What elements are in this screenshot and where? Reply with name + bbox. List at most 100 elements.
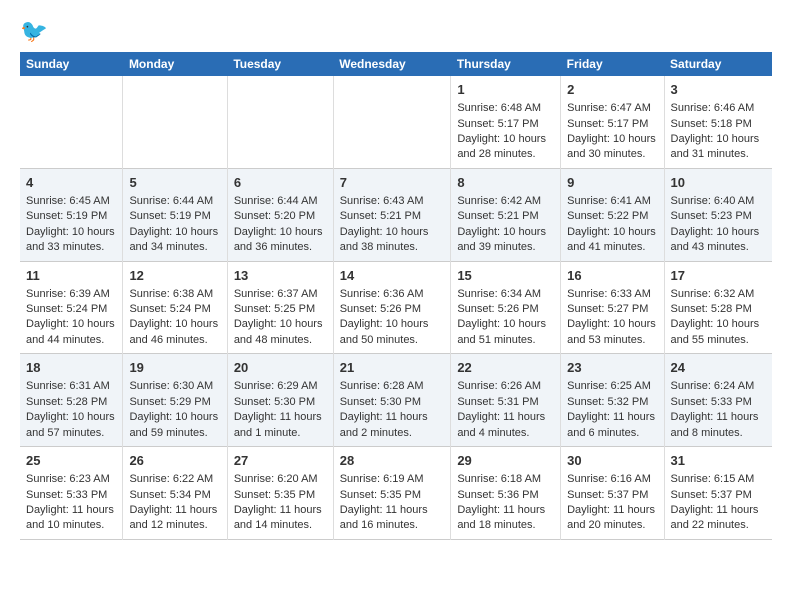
daylight-text: Daylight: 11 hours and 10 minutes. xyxy=(26,503,116,534)
daylight-text: Daylight: 11 hours and 20 minutes. xyxy=(567,503,657,534)
calendar-cell: 17Sunrise: 6:32 AMSunset: 5:28 PMDayligh… xyxy=(664,261,772,354)
sunset-text: Sunset: 5:37 PM xyxy=(567,488,657,503)
day-number: 21 xyxy=(340,359,445,377)
sunset-text: Sunset: 5:24 PM xyxy=(129,302,220,317)
daylight-text: Daylight: 10 hours and 41 minutes. xyxy=(567,225,657,256)
daylight-text: Daylight: 10 hours and 33 minutes. xyxy=(26,225,116,256)
header-friday: Friday xyxy=(561,52,664,76)
calendar-cell: 5Sunrise: 6:44 AMSunset: 5:19 PMDaylight… xyxy=(123,168,227,261)
sunrise-text: Sunrise: 6:18 AM xyxy=(457,472,554,487)
calendar-cell: 24 Sunrise: 6:24 AMSunset: 5:33 PMDayligh… xyxy=(664,354,772,447)
sunrise-text: Sunrise: 6:44 AM xyxy=(234,194,327,209)
day-number: 18 xyxy=(26,359,116,377)
sunrise-text: Sunrise: 6:15 AM xyxy=(671,472,766,487)
day-number: 20 xyxy=(234,359,327,377)
sunrise-text: Sunrise: 6:34 AM xyxy=(457,287,554,302)
daylight-text: Daylight: 10 hours and 48 minutes. xyxy=(234,317,327,348)
sunset-text: Sunset: 5:37 PM xyxy=(671,488,766,503)
daylight-text: Daylight: 11 hours and 8 minutes. xyxy=(671,410,766,441)
day-number: 19 xyxy=(129,359,220,377)
sunrise-text: Sunrise: 6:22 AM xyxy=(129,472,220,487)
calendar-cell: 1Sunrise: 6:48 AMSunset: 5:17 PMDaylight… xyxy=(451,76,561,168)
logo: 🐦 xyxy=(20,16,52,44)
daylight-text: Daylight: 10 hours and 38 minutes. xyxy=(340,225,445,256)
sunrise-text: Sunrise: 6:43 AM xyxy=(340,194,445,209)
sunset-text: Sunset: 5:25 PM xyxy=(234,302,327,317)
daylight-text: Daylight: 10 hours and 43 minutes. xyxy=(671,225,766,256)
daylight-text: Daylight: 10 hours and 59 minutes. xyxy=(129,410,220,441)
sunset-text: Sunset: 5:33 PM xyxy=(671,395,766,410)
day-number: 6 xyxy=(234,174,327,192)
daylight-text: Daylight: 10 hours and 30 minutes. xyxy=(567,132,657,163)
calendar-cell: 31Sunrise: 6:15 AMSunset: 5:37 PMDayligh… xyxy=(664,447,772,540)
sunrise-text: Sunrise: 6:40 AM xyxy=(671,194,766,209)
daylight-text: Daylight: 10 hours and 46 minutes. xyxy=(129,317,220,348)
calendar-week-row: 11Sunrise: 6:39 AMSunset: 5:24 PMDayligh… xyxy=(20,261,772,354)
sunrise-text: Sunrise: 6:31 AM xyxy=(26,379,116,394)
daylight-text: Daylight: 10 hours and 28 minutes. xyxy=(457,132,554,163)
day-number: 3 xyxy=(671,81,766,99)
sunset-text: Sunset: 5:35 PM xyxy=(340,488,445,503)
sunset-text: Sunset: 5:33 PM xyxy=(26,488,116,503)
day-number: 10 xyxy=(671,174,766,192)
day-number: 13 xyxy=(234,267,327,285)
daylight-text: Daylight: 10 hours and 55 minutes. xyxy=(671,317,766,348)
calendar-cell: 27Sunrise: 6:20 AMSunset: 5:35 PMDayligh… xyxy=(227,447,333,540)
calendar-cell: 26Sunrise: 6:22 AMSunset: 5:34 PMDayligh… xyxy=(123,447,227,540)
daylight-text: Daylight: 10 hours and 34 minutes. xyxy=(129,225,220,256)
calendar-table: SundayMondayTuesdayWednesdayThursdayFrid… xyxy=(20,52,772,540)
day-number: 5 xyxy=(129,174,220,192)
calendar-cell: 9Sunrise: 6:41 AMSunset: 5:22 PMDaylight… xyxy=(561,168,664,261)
sunset-text: Sunset: 5:32 PM xyxy=(567,395,657,410)
daylight-text: Daylight: 10 hours and 50 minutes. xyxy=(340,317,445,348)
calendar-cell: 13 Sunrise: 6:37 AMSunset: 5:25 PMDayligh… xyxy=(227,261,333,354)
daylight-text: Daylight: 10 hours and 36 minutes. xyxy=(234,225,327,256)
calendar-cell: 28Sunrise: 6:19 AMSunset: 5:35 PMDayligh… xyxy=(333,447,451,540)
sunrise-text: Sunrise: 6:42 AM xyxy=(457,194,554,209)
calendar-cell: 15Sunrise: 6:34 AMSunset: 5:26 PMDayligh… xyxy=(451,261,561,354)
day-number: 22 xyxy=(457,359,554,377)
sunset-text: Sunset: 5:30 PM xyxy=(234,395,327,410)
calendar-cell xyxy=(123,76,227,168)
day-number: 1 xyxy=(457,81,554,99)
sunrise-text: Sunrise: 6:19 AM xyxy=(340,472,445,487)
sunrise-text: Sunrise: 6:29 AM xyxy=(234,379,327,394)
sunset-text: Sunset: 5:34 PM xyxy=(129,488,220,503)
day-number: 7 xyxy=(340,174,445,192)
sunset-text: Sunset: 5:26 PM xyxy=(340,302,445,317)
sunrise-text: Sunrise: 6:16 AM xyxy=(567,472,657,487)
day-number: 26 xyxy=(129,452,220,470)
calendar-cell: 11Sunrise: 6:39 AMSunset: 5:24 PMDayligh… xyxy=(20,261,123,354)
sunrise-text: Sunrise: 6:24 AM xyxy=(671,379,766,394)
day-number: 11 xyxy=(26,267,116,285)
sunset-text: Sunset: 5:31 PM xyxy=(457,395,554,410)
sunrise-text: Sunrise: 6:23 AM xyxy=(26,472,116,487)
daylight-text: Daylight: 11 hours and 2 minutes. xyxy=(340,410,445,441)
header-thursday: Thursday xyxy=(451,52,561,76)
calendar-week-row: 1Sunrise: 6:48 AMSunset: 5:17 PMDaylight… xyxy=(20,76,772,168)
day-number: 25 xyxy=(26,452,116,470)
day-number: 12 xyxy=(129,267,220,285)
calendar-cell: 8Sunrise: 6:42 AMSunset: 5:21 PMDaylight… xyxy=(451,168,561,261)
sunset-text: Sunset: 5:17 PM xyxy=(567,117,657,132)
daylight-text: Daylight: 11 hours and 18 minutes. xyxy=(457,503,554,534)
sunset-text: Sunset: 5:17 PM xyxy=(457,117,554,132)
calendar-cell: 10Sunrise: 6:40 AMSunset: 5:23 PMDayligh… xyxy=(664,168,772,261)
day-number: 30 xyxy=(567,452,657,470)
calendar-cell: 25 Sunrise: 6:23 AMSunset: 5:33 PMDayligh… xyxy=(20,447,123,540)
daylight-text: Daylight: 10 hours and 53 minutes. xyxy=(567,317,657,348)
sunset-text: Sunset: 5:30 PM xyxy=(340,395,445,410)
calendar-cell xyxy=(333,76,451,168)
day-number: 23 xyxy=(567,359,657,377)
sunrise-text: Sunrise: 6:20 AM xyxy=(234,472,327,487)
svg-text:🐦: 🐦 xyxy=(20,18,48,43)
daylight-text: Daylight: 11 hours and 22 minutes. xyxy=(671,503,766,534)
day-number: 24 xyxy=(671,359,766,377)
sunrise-text: Sunrise: 6:46 AM xyxy=(671,101,766,116)
sunrise-text: Sunrise: 6:41 AM xyxy=(567,194,657,209)
calendar-week-row: 4Sunrise: 6:45 AMSunset: 5:19 PMDaylight… xyxy=(20,168,772,261)
sunset-text: Sunset: 5:24 PM xyxy=(26,302,116,317)
sunrise-text: Sunrise: 6:37 AM xyxy=(234,287,327,302)
daylight-text: Daylight: 11 hours and 4 minutes. xyxy=(457,410,554,441)
daylight-text: Daylight: 10 hours and 57 minutes. xyxy=(26,410,116,441)
